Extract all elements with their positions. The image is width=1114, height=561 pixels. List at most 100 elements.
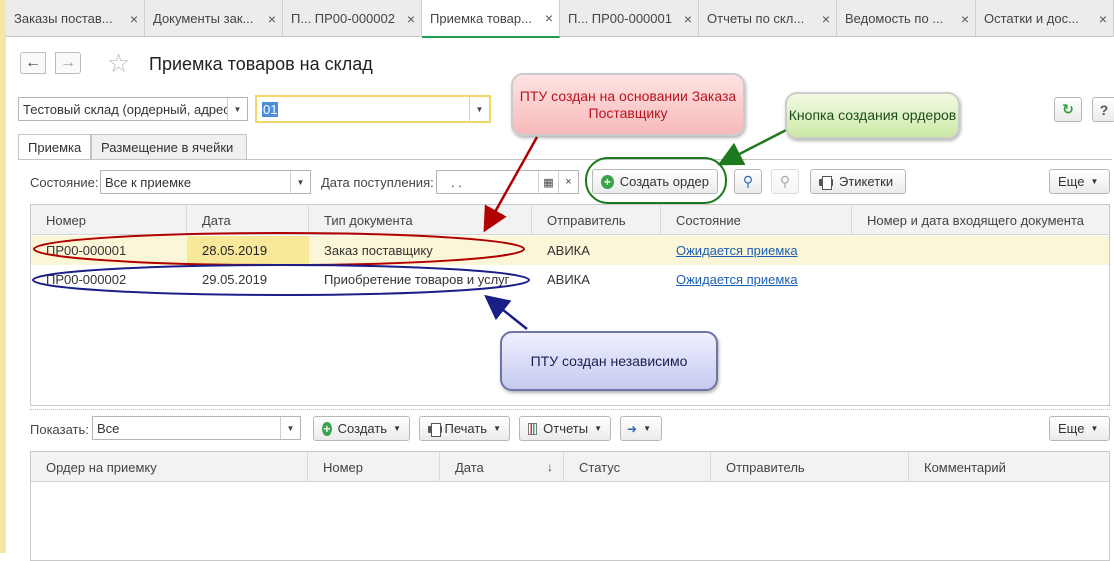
- table-row[interactable]: ПР00-000001 28.05.2019 Заказ поставщику …: [31, 236, 1109, 265]
- tab-warehouse-reports[interactable]: Отчеты по скл... ×: [699, 0, 837, 37]
- date-label: Дата поступления:: [321, 175, 434, 190]
- create-button[interactable]: + Создать ▼: [313, 416, 410, 441]
- tab-statement[interactable]: Ведомость по ... ×: [837, 0, 976, 37]
- search-button[interactable]: ⚲: [734, 169, 762, 194]
- sort-arrow-icon: ↓: [547, 460, 553, 474]
- col-date[interactable]: Дата: [187, 205, 309, 235]
- warehouse-select[interactable]: Тестовый склад (ордерный, адрес ▼: [18, 97, 248, 121]
- tab-order-documents[interactable]: Документы зак... ×: [145, 0, 283, 37]
- table-header: Номер Дата Тип документа Отправитель Сос…: [31, 205, 1109, 235]
- cell-state: Ожидается приемка: [661, 236, 852, 265]
- close-icon[interactable]: ×: [264, 11, 280, 27]
- col-date[interactable]: Дата ↓: [440, 452, 564, 482]
- tab-label: Документы зак...: [153, 11, 254, 26]
- chevron-down-icon: ▼: [643, 424, 651, 433]
- chevron-down-icon[interactable]: ▼: [290, 171, 310, 193]
- reports-button[interactable]: Отчеты ▼: [519, 416, 611, 441]
- arrow-left-icon: ←: [25, 54, 41, 71]
- chevron-down-icon: ▼: [1090, 177, 1099, 186]
- more-button-2[interactable]: Еще ▼: [1049, 416, 1110, 441]
- plus-icon: +: [601, 174, 614, 189]
- close-icon[interactable]: ×: [680, 11, 696, 27]
- cell-number: ПР00-000001: [46, 243, 127, 258]
- tab-pr-000001[interactable]: П... ПР00-000001 ×: [560, 0, 699, 37]
- state-label: Состояние:: [30, 175, 99, 190]
- col-doc-type[interactable]: Тип документа: [309, 205, 532, 235]
- more-label: Еще: [1058, 174, 1085, 189]
- calendar-icon[interactable]: ▦: [538, 171, 558, 193]
- report-chart-icon: [528, 422, 538, 435]
- show-value: Все: [97, 420, 120, 436]
- chevron-down-icon: ▼: [493, 424, 501, 433]
- tab-label: Приемка товар...: [430, 10, 532, 26]
- subtab-receipt[interactable]: Приемка: [18, 134, 91, 160]
- cell-doc-type: Приобретение товаров и услуг: [324, 272, 510, 287]
- close-icon[interactable]: ×: [403, 11, 419, 27]
- warehouse-value: Тестовый склад (ордерный, адрес: [23, 101, 227, 117]
- section-splitter[interactable]: [30, 409, 1110, 410]
- col-comment[interactable]: Комментарий: [909, 452, 1109, 482]
- export-button[interactable]: ➜ ▼: [620, 416, 662, 441]
- callout-create-order-button: Кнопка создания ордеров: [785, 92, 960, 139]
- tab-supplier-orders[interactable]: Заказы постав... ×: [6, 0, 145, 37]
- col-status[interactable]: Статус: [564, 452, 711, 482]
- chevron-down-icon[interactable]: ▼: [280, 417, 300, 439]
- printer-icon: [819, 175, 833, 190]
- create-label: Создать: [337, 421, 388, 436]
- col-state[interactable]: Состояние: [661, 205, 852, 235]
- create-order-button[interactable]: + Создать ордер: [592, 169, 718, 194]
- cell-date: 29.05.2019: [202, 272, 268, 287]
- state-link[interactable]: Ожидается приемка: [676, 243, 798, 258]
- close-icon[interactable]: ×: [541, 10, 557, 26]
- date-field[interactable]: . . ▦ ×: [436, 170, 579, 194]
- reports-label: Отчеты: [543, 421, 589, 436]
- refresh-icon: ↻: [1062, 101, 1074, 117]
- tab-label: Остатки и дос...: [984, 11, 1079, 26]
- table-row[interactable]: ПР00-000002 29.05.2019 Приобретение това…: [31, 265, 1109, 294]
- clear-icon[interactable]: ×: [558, 171, 578, 193]
- search-cancel-button[interactable]: ⚲: [771, 169, 799, 194]
- tab-pr-000002[interactable]: П... ПР00-000002 ×: [283, 0, 422, 37]
- cell-sender: АВИКА: [547, 243, 590, 258]
- show-select[interactable]: Все ▼: [92, 416, 301, 440]
- chevron-down-icon[interactable]: ▼: [469, 97, 489, 121]
- col-sender[interactable]: Отправитель: [711, 452, 909, 482]
- chevron-down-icon: ▼: [1090, 424, 1099, 433]
- close-icon[interactable]: ×: [957, 11, 973, 27]
- tab-balances[interactable]: Остатки и дос... ×: [976, 0, 1114, 37]
- refresh-button[interactable]: ↻: [1054, 97, 1082, 122]
- tab-label: П... ПР00-000002: [291, 11, 395, 26]
- forward-button[interactable]: →: [55, 52, 81, 74]
- table-header: Ордер на приемку Номер Дата ↓ Статус Отпр…: [31, 452, 1109, 482]
- tab-goods-receipt[interactable]: Приемка товар... ×: [422, 0, 560, 38]
- close-icon[interactable]: ×: [126, 11, 142, 27]
- orders-table: Ордер на приемку Номер Дата ↓ Статус Отпр…: [30, 451, 1110, 561]
- tab-label: Ведомость по ...: [845, 11, 944, 26]
- print-button[interactable]: Печать ▼: [419, 416, 510, 441]
- col-number[interactable]: Номер: [308, 452, 440, 482]
- col-incoming[interactable]: Номер и дата входящего документа: [852, 205, 1109, 235]
- state-select[interactable]: Все к приемке ▼: [100, 170, 311, 194]
- state-value: Все к приемке: [105, 174, 192, 190]
- favorite-star-icon[interactable]: ☆: [107, 48, 130, 78]
- col-number[interactable]: Номер: [31, 205, 187, 235]
- col-receipt-order[interactable]: Ордер на приемку: [31, 452, 308, 482]
- cell-number: ПР00-000002: [46, 272, 127, 287]
- labels-button[interactable]: Этикетки: [810, 169, 906, 194]
- close-icon[interactable]: ×: [818, 11, 834, 27]
- cell-incoming: [852, 265, 1109, 294]
- printer-icon: [428, 422, 443, 437]
- help-button[interactable]: ?: [1092, 97, 1114, 122]
- col-sender[interactable]: Отправитель: [532, 205, 661, 235]
- callout-ptu-independent: ПТУ создан независимо: [500, 331, 718, 391]
- state-link[interactable]: Ожидается приемка: [676, 272, 798, 287]
- cell-state: Ожидается приемка: [661, 265, 852, 294]
- subtab-placement[interactable]: Размещение в ячейки: [91, 134, 247, 159]
- back-button[interactable]: ←: [20, 52, 46, 74]
- code-select[interactable]: 01 ▼: [255, 95, 491, 123]
- help-icon: ?: [1099, 101, 1109, 118]
- chevron-down-icon[interactable]: ▼: [227, 98, 247, 120]
- search-icon: ⚲: [742, 173, 754, 189]
- close-icon[interactable]: ×: [1095, 11, 1111, 27]
- more-button[interactable]: Еще ▼: [1049, 169, 1110, 194]
